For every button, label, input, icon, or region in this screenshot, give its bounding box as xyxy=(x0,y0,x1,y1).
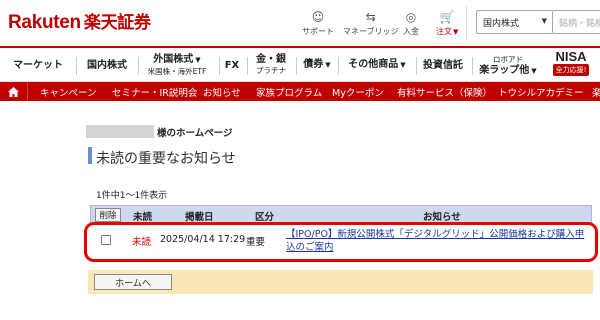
nav-label: 国内株式 xyxy=(87,59,127,71)
nav-label: 楽ラップ他 ▼ xyxy=(479,64,537,76)
nav-label: 外国株式 ▼ xyxy=(153,53,201,65)
highlight-annotation xyxy=(84,222,598,262)
header-date: 掲載日 xyxy=(185,212,214,223)
subnav-my-coupon[interactable]: Myクーポン xyxy=(332,82,384,101)
nav-item-foreign-stocks[interactable]: 外国株式 ▼ 米国株・海外ETF xyxy=(140,48,214,82)
nav-label: 金・銀 xyxy=(256,54,286,65)
header-notice: お知らせ xyxy=(423,212,461,223)
search-input[interactable]: 銘柄・銘柄コード xyxy=(553,10,600,34)
nav-sublabel: 米国株・海外ETF xyxy=(147,66,207,76)
logo-text-jp: 楽天証券 xyxy=(83,13,151,33)
title-accent-bar xyxy=(88,147,92,164)
nav-item-other-products[interactable]: その他商品 ▼ xyxy=(341,48,413,82)
support-label: サポート xyxy=(302,27,334,36)
home-link[interactable] xyxy=(0,82,28,101)
header-category: 区分 xyxy=(255,212,275,223)
nav-divider xyxy=(76,57,77,75)
nav-divider xyxy=(219,57,220,75)
nav-label: FX xyxy=(224,59,240,71)
nav-sublabel: プラチナ xyxy=(256,66,286,75)
cart-icon: 🛒 xyxy=(439,10,455,24)
nav-item-robo-advisor[interactable]: ロボアド 楽ラップ他 ▼ xyxy=(475,48,541,82)
subnav-family-program[interactable]: 家族プログラム xyxy=(256,82,322,101)
support-link[interactable]: ☺ サポート xyxy=(302,10,334,37)
footer-bar: ホームへ xyxy=(88,270,593,294)
nav-divider xyxy=(247,57,248,75)
nav-item-investment-trusts[interactable]: 投資信託 xyxy=(419,48,467,82)
logo-text-en: Rakuten xyxy=(8,12,81,33)
nisa-badge: 全力応援! xyxy=(552,64,590,76)
money-bridge-icon: ⇆ xyxy=(365,10,376,24)
page-title: 未読の重要なお知らせ xyxy=(96,151,236,167)
home-button[interactable]: ホームへ xyxy=(94,274,172,290)
nav-item-bonds[interactable]: 債券 ▼ xyxy=(299,48,335,82)
subnav-overflow[interactable]: 楽 xyxy=(592,82,600,101)
deposit-link[interactable]: ◎ 入金 xyxy=(403,10,419,37)
nav-sublabel: ロボアド xyxy=(493,54,523,64)
header-unread: 未読 xyxy=(133,212,153,223)
nav-divider xyxy=(338,57,339,75)
nav-item-gold-silver[interactable]: 金・銀 プラチナ xyxy=(250,48,292,82)
money-bridge-label: マネーブリッジ xyxy=(343,27,399,36)
delete-button[interactable]: 削除 xyxy=(95,208,121,222)
order-link[interactable]: 🛒 注文▼ xyxy=(436,10,458,37)
subnav-paid-services[interactable]: 有料サービス（保険） xyxy=(397,82,492,101)
nav-divider xyxy=(472,57,473,75)
sub-nav-bar: キャンペーン セミナー・IR説明会 お知らせ 家族プログラム Myクーポン 有料… xyxy=(0,82,600,101)
order-label: 注文 xyxy=(436,27,452,36)
subnav-seminar[interactable]: セミナー・IR説明会 xyxy=(112,82,197,101)
deposit-label: 入金 xyxy=(403,27,419,36)
homepage-owner-label: 様のホームページ xyxy=(157,128,233,139)
select-arrow-icon: ▼ xyxy=(541,17,547,25)
header-divider xyxy=(466,6,467,40)
product-select[interactable]: 国内株式 ▼ xyxy=(476,10,553,34)
nav-divider xyxy=(138,57,139,75)
nav-label: 投資信託 xyxy=(423,59,463,71)
nav-divider xyxy=(416,57,417,75)
support-icon: ☺ xyxy=(311,10,325,24)
nav-item-nisa[interactable]: NISA 全力応援! xyxy=(548,50,594,80)
deposit-icon: ◎ xyxy=(405,10,417,24)
rakuten-logo[interactable]: Rakuten 楽天証券 xyxy=(8,8,151,34)
top-header: Rakuten 楽天証券 ☺ サポート ⇆ マネーブリッジ ◎ 入金 🛒 注文▼ … xyxy=(0,0,600,46)
subnav-news[interactable]: お知らせ xyxy=(203,82,241,101)
username-redacted xyxy=(86,125,154,138)
chevron-down-icon: ▼ xyxy=(453,28,459,36)
main-nav: マーケット 国内株式 外国株式 ▼ 米国株・海外ETF FX 金・銀 プラチナ 債… xyxy=(0,46,600,82)
result-count: 1件中1～1件表示 xyxy=(96,191,168,201)
nisa-label: NISA xyxy=(555,49,587,64)
money-bridge-link[interactable]: ⇆ マネーブリッジ xyxy=(343,10,399,37)
nav-divider xyxy=(296,57,297,75)
home-icon xyxy=(8,86,19,97)
product-select-value: 国内株式 xyxy=(483,19,520,29)
nav-label: その他商品 ▼ xyxy=(348,59,406,70)
nav-item-domestic-stocks[interactable]: 国内株式 xyxy=(80,48,134,82)
nav-label: 債券 ▼ xyxy=(303,59,331,70)
nav-item-fx[interactable]: FX xyxy=(222,48,242,82)
subnav-toushiru-academy[interactable]: トウシルアカデミー xyxy=(498,82,584,101)
nav-item-market[interactable]: マーケット xyxy=(6,48,70,82)
subnav-campaign[interactable]: キャンペーン xyxy=(40,82,97,101)
nav-label: マーケット xyxy=(13,59,63,71)
